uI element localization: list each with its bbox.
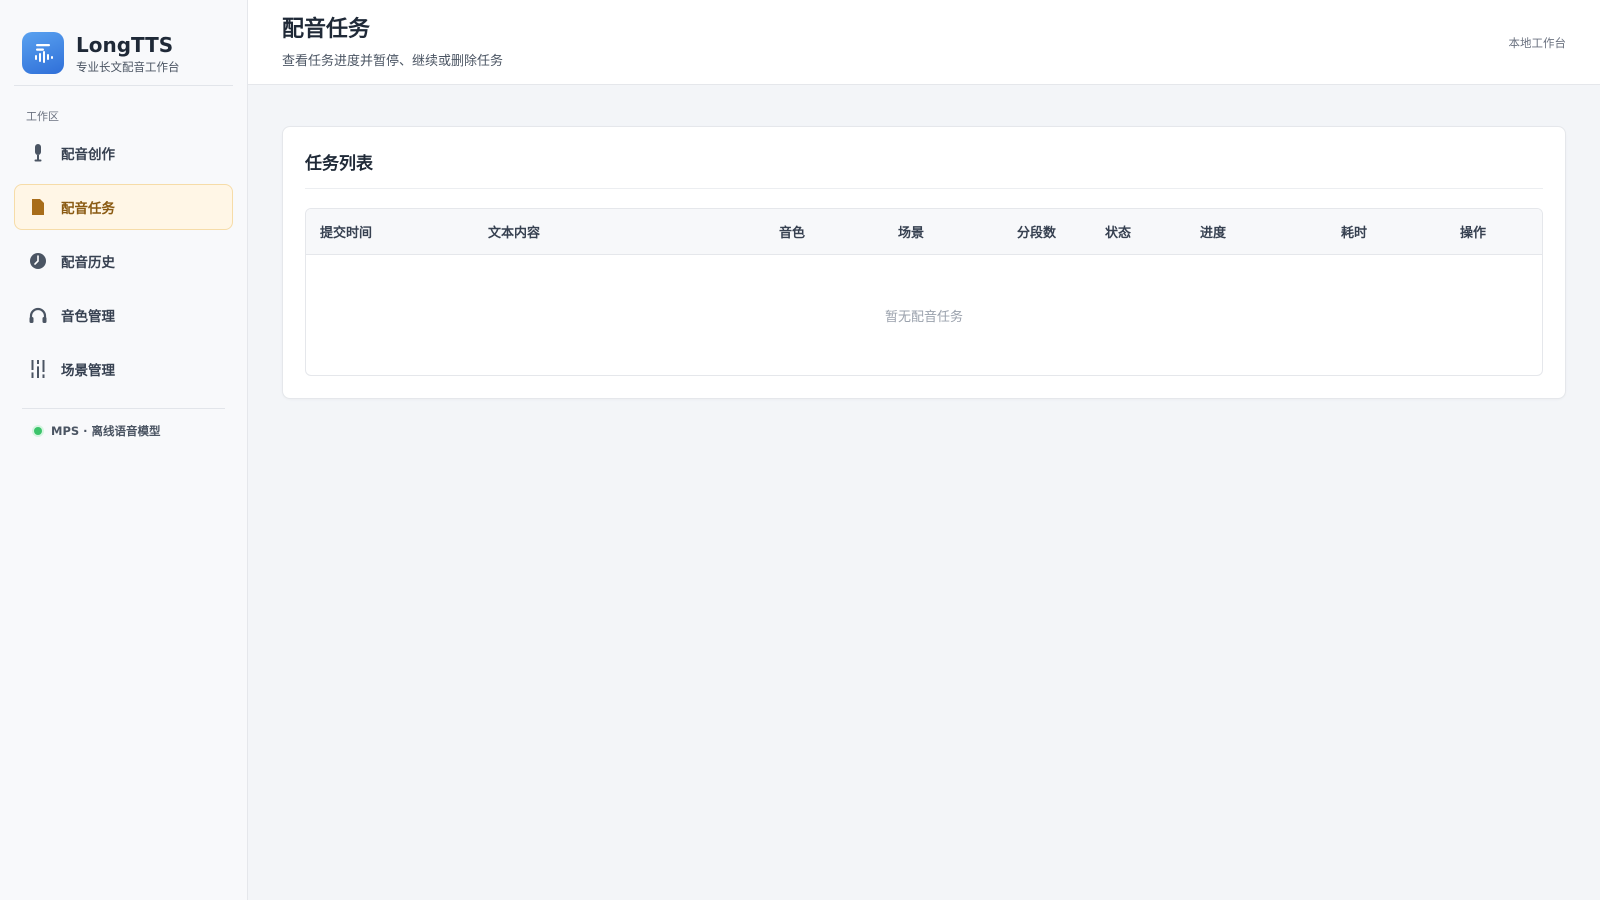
main-area: 配音任务 查看任务进度并暂停、继续或删除任务 本地工作台 任务列表 提交时间 文… bbox=[248, 0, 1600, 900]
microphone-icon bbox=[29, 144, 47, 162]
model-status: MPS · 离线语音模型 bbox=[0, 409, 247, 439]
column-header-submit-time[interactable]: 提交时间 bbox=[306, 222, 488, 241]
content: 任务列表 提交时间 文本内容 音色 场景 分段数 状态 进度 耗时 操作 暂无配… bbox=[248, 85, 1600, 399]
waveform-icon bbox=[22, 32, 64, 74]
page-header: 配音任务 查看任务进度并暂停、继续或删除任务 本地工作台 bbox=[248, 0, 1600, 85]
sidebar: LongTTS 专业长文配音工作台 工作区 配音创作 配音任务 配音历史 音色管… bbox=[0, 0, 248, 900]
task-list-card: 任务列表 提交时间 文本内容 音色 场景 分段数 状态 进度 耗时 操作 暂无配… bbox=[282, 126, 1566, 399]
sidebar-item-tasks[interactable]: 配音任务 bbox=[14, 184, 233, 230]
status-dot-icon bbox=[34, 427, 42, 435]
column-header-duration[interactable]: 耗时 bbox=[1341, 222, 1460, 241]
sliders-icon bbox=[29, 360, 47, 378]
brand: LongTTS 专业长文配音工作台 bbox=[0, 0, 247, 85]
table-header: 提交时间 文本内容 音色 场景 分段数 状态 进度 耗时 操作 bbox=[306, 209, 1542, 255]
column-header-progress[interactable]: 进度 bbox=[1200, 222, 1341, 241]
task-table: 提交时间 文本内容 音色 场景 分段数 状态 进度 耗时 操作 暂无配音任务 bbox=[305, 208, 1543, 376]
workspace-label: 本地工作台 bbox=[1508, 36, 1567, 50]
sidebar-item-create[interactable]: 配音创作 bbox=[14, 130, 233, 176]
sidebar-item-label: 配音历史 bbox=[61, 255, 115, 271]
brand-title: LongTTS bbox=[76, 32, 174, 57]
page-title: 配音任务 bbox=[282, 17, 371, 42]
column-header-segments[interactable]: 分段数 bbox=[1017, 222, 1105, 241]
column-header-scene[interactable]: 场景 bbox=[898, 222, 1017, 241]
app-window: LongTTS 专业长文配音工作台 工作区 配音创作 配音任务 配音历史 音色管… bbox=[0, 0, 1600, 900]
section-label: 工作区 bbox=[26, 110, 59, 123]
headphones-icon bbox=[29, 306, 47, 324]
sidebar-item-history[interactable]: 配音历史 bbox=[14, 238, 233, 284]
model-status-label: MPS · 离线语音模型 bbox=[51, 424, 161, 438]
card-title: 任务列表 bbox=[305, 149, 1543, 189]
sidebar-item-label: 音色管理 bbox=[61, 309, 115, 325]
column-header-actions[interactable]: 操作 bbox=[1460, 222, 1520, 241]
sidebar-nav: 配音创作 配音任务 配音历史 音色管理 场景管理 bbox=[0, 126, 247, 392]
brand-subtitle: 专业长文配音工作台 bbox=[76, 59, 180, 74]
column-header-text[interactable]: 文本内容 bbox=[488, 222, 779, 241]
sidebar-item-voices[interactable]: 音色管理 bbox=[14, 292, 233, 338]
sidebar-item-scenes[interactable]: 场景管理 bbox=[14, 346, 233, 392]
column-header-status[interactable]: 状态 bbox=[1105, 222, 1200, 241]
sidebar-item-label: 场景管理 bbox=[61, 363, 115, 379]
page-subtitle: 查看任务进度并暂停、继续或删除任务 bbox=[282, 54, 504, 69]
sidebar-item-label: 配音任务 bbox=[61, 201, 115, 217]
column-header-voice[interactable]: 音色 bbox=[779, 222, 898, 241]
sidebar-item-label: 配音创作 bbox=[61, 147, 115, 163]
document-icon bbox=[29, 198, 47, 216]
empty-state: 暂无配音任务 bbox=[884, 309, 963, 325]
clock-icon bbox=[29, 252, 47, 270]
